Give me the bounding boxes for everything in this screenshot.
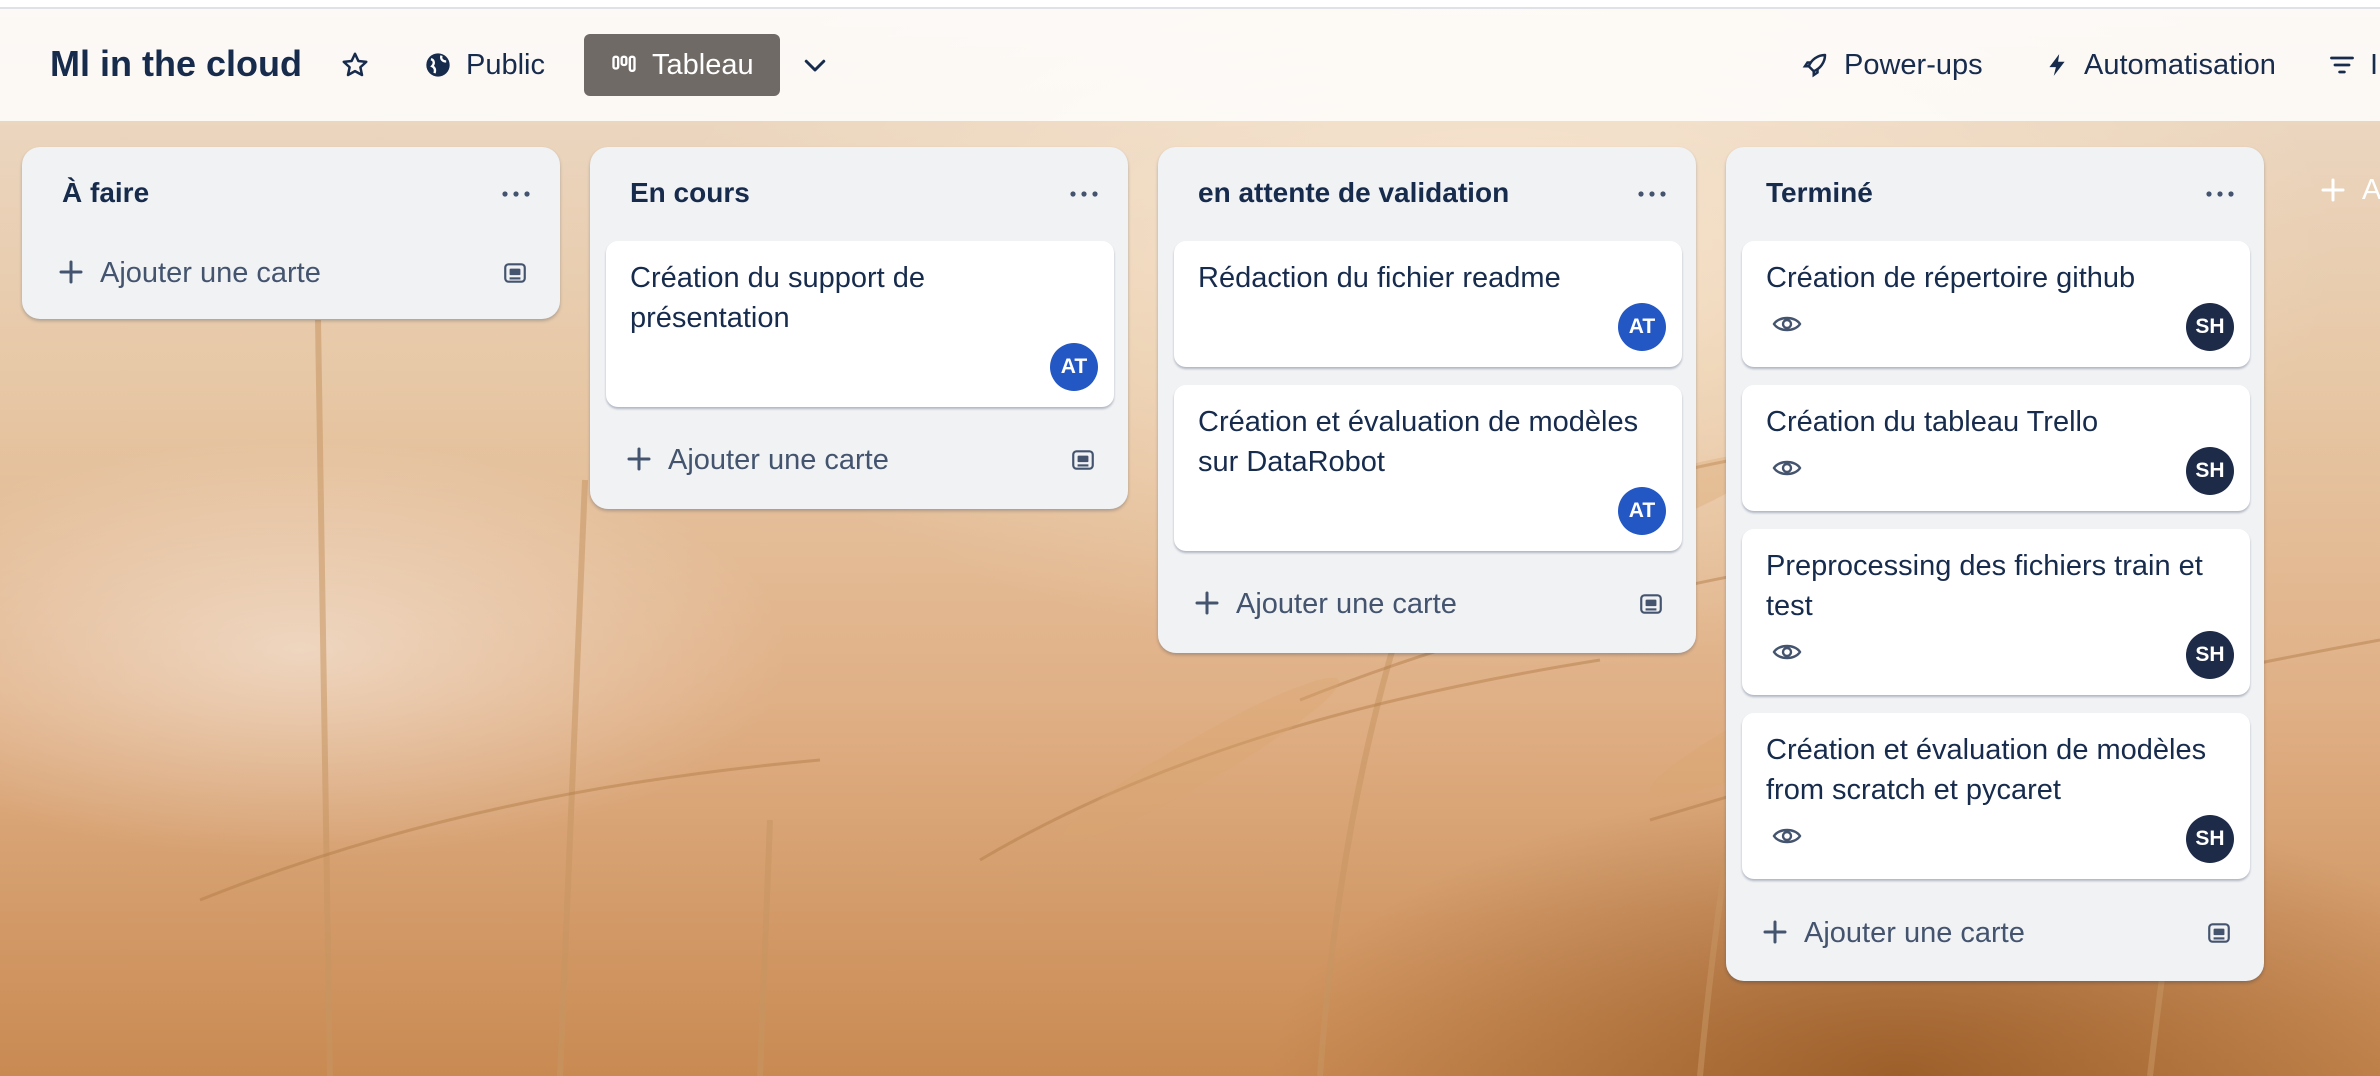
more-icon[interactable] [1638,191,1666,197]
list-a-faire: À faire Ajouter une carte [22,147,560,319]
card[interactable]: Création du tableau Trello SH [1742,385,2250,511]
more-icon[interactable] [502,191,530,197]
card-title: Rédaction du fichier readme [1198,262,1561,294]
eye-icon [1772,644,1802,660]
card-template-icon[interactable] [502,260,528,286]
visibility-label: Public [466,48,545,81]
list-title[interactable]: en attente de validation [1198,177,1509,209]
avatar[interactable]: SH [2186,815,2234,863]
eye-icon [1772,828,1802,844]
board-icon [612,55,636,72]
add-card-button[interactable]: Ajouter une carte [38,243,546,303]
view-board-button[interactable]: Tableau [584,34,780,96]
card[interactable]: Création de répertoire github SH [1742,241,2250,367]
card[interactable]: Création et évaluation de modèles from s… [1742,713,2250,879]
avatar[interactable]: AT [1618,303,1666,351]
card-title: Création du tableau Trello [1766,406,2099,438]
list-title[interactable]: En cours [630,177,750,209]
more-icon[interactable] [1070,191,1098,197]
list-en-cours: En cours Création du support de présenta… [590,147,1128,509]
add-card-label: Ajouter une carte [1804,917,2025,949]
card-title: Preprocessing des fichiers train et test [1766,550,2203,622]
add-card-button[interactable]: Ajouter une carte [1174,574,1682,634]
automation-label: Automatisation [2084,48,2276,81]
filter-button[interactable]: I [2328,34,2378,96]
globe-icon [426,53,450,77]
plus-icon [59,260,83,284]
browser-top-edge [0,0,2380,9]
card[interactable]: Création du support de présentation AT [606,241,1114,407]
list-title[interactable]: À faire [62,177,149,209]
bolt-icon [2049,54,2065,76]
star-button[interactable] [340,34,370,96]
add-card-label: Ajouter une carte [668,444,889,476]
list-termine: Terminé Création de répertoire github SH… [1726,147,2264,981]
add-list-button[interactable]: A [2318,170,2380,210]
eye-icon [1772,316,1802,332]
visibility-button[interactable]: Public [424,34,545,96]
powerups-button[interactable]: Power-ups [1800,34,1983,96]
view-switcher-button[interactable] [800,34,830,96]
add-card-button[interactable]: Ajouter une carte [606,430,1114,490]
plus-icon [2321,178,2345,202]
more-icon[interactable] [2206,191,2234,197]
card-title: Création et évaluation de modèles from s… [1766,734,2207,806]
card-template-icon[interactable] [1070,447,1096,473]
eye-icon [1772,460,1802,476]
powerups-label: Power-ups [1844,48,1983,81]
card[interactable]: Rédaction du fichier readme AT [1174,241,1682,367]
filter-label: I [2370,48,2379,81]
card[interactable]: Preprocessing des fichiers train et test… [1742,529,2250,695]
add-card-button[interactable]: Ajouter une carte [1742,903,2250,963]
board-header: Ml in the cloud Public Tableau Power-ups… [0,9,2380,121]
plus-icon [1763,920,1787,944]
add-list-label: A [2362,173,2380,206]
card-template-icon[interactable] [2206,920,2232,946]
card-title: Création du support de présentation [630,262,926,334]
avatar[interactable]: SH [2186,631,2234,679]
chevron-down-icon [804,59,826,72]
rocket-icon [1802,53,1827,78]
list-title[interactable]: Terminé [1766,177,1873,209]
card[interactable]: Création et évaluation de modèles sur Da… [1174,385,1682,551]
card-template-icon[interactable] [1638,591,1664,617]
plus-icon [627,447,651,471]
avatar[interactable]: SH [2186,303,2234,351]
star-icon [342,52,368,77]
list-en-attente-de-validation: en attente de validation Rédaction du fi… [1158,147,1696,653]
automation-button[interactable]: Automatisation [2044,34,2276,96]
add-card-label: Ajouter une carte [100,257,321,289]
card-title: Création et évaluation de modèles sur Da… [1198,406,1639,478]
plus-icon [1195,591,1219,615]
card-title: Création de répertoire github [1766,262,2136,294]
filter-icon [2330,56,2354,74]
board-title[interactable]: Ml in the cloud [50,43,302,85]
view-label: Tableau [652,48,754,81]
avatar[interactable]: SH [2186,447,2234,495]
add-card-label: Ajouter une carte [1236,588,1457,620]
avatar[interactable]: AT [1618,487,1666,535]
avatar[interactable]: AT [1050,343,1098,391]
